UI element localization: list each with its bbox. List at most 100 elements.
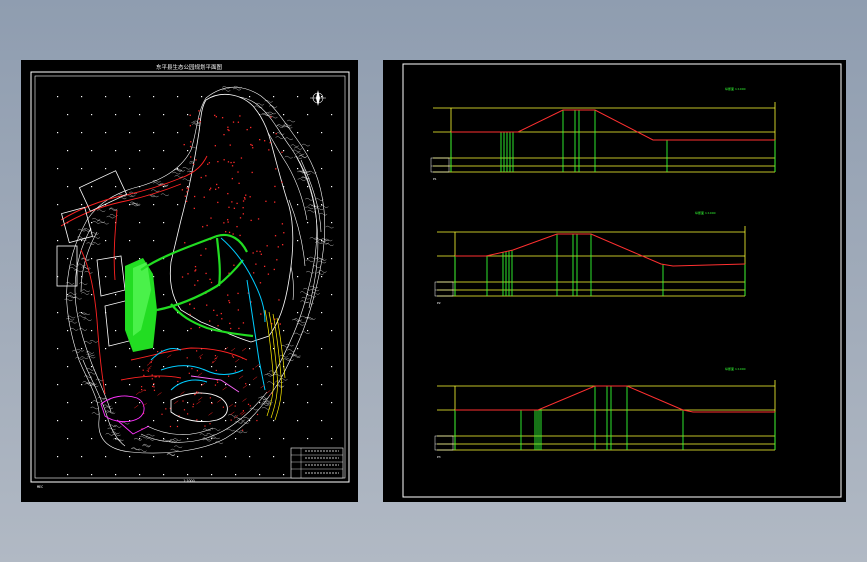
tree-mark [247, 403, 250, 405]
tree-mark [187, 188, 190, 190]
tree-mark [252, 147, 254, 149]
survey-point [91, 114, 93, 116]
survey-point [307, 438, 309, 440]
tree-mark [190, 156, 192, 158]
tree-mark [240, 157, 243, 159]
tree-mark [275, 168, 277, 170]
tree-mark [210, 281, 213, 284]
red-hatch-stroke [180, 391, 185, 395]
hatch-stroke [105, 410, 114, 413]
tree-mark [153, 386, 155, 388]
tree-mark [181, 276, 184, 278]
survey-point [321, 168, 323, 170]
survey-point [235, 474, 237, 476]
plan-title: 东平县生态公园规划平面图 [156, 63, 223, 71]
hatch-stroke [75, 357, 84, 360]
tree-mark [184, 195, 186, 197]
survey-point [91, 294, 93, 296]
survey-point [153, 456, 155, 458]
survey-point [129, 348, 131, 350]
survey-point [177, 168, 179, 170]
red-hatch-stroke [211, 360, 216, 364]
survey-point [187, 330, 189, 332]
red-hatch-stroke [208, 412, 213, 416]
survey-point [321, 384, 323, 386]
survey-point [201, 420, 203, 422]
profile-label-box [434, 435, 454, 451]
tree-mark [274, 185, 276, 188]
survey-point [331, 366, 333, 368]
hatch-stroke [97, 209, 106, 212]
profile-caption: 纵断面 1:1000 [725, 86, 746, 91]
survey-point [153, 168, 155, 170]
tree-mark [189, 303, 191, 306]
tree-mark [251, 144, 253, 147]
hatch-stroke [182, 178, 191, 181]
survey-point [57, 456, 59, 458]
survey-point [331, 222, 333, 224]
tree-mark [279, 323, 281, 325]
red-hatch-stroke [242, 385, 248, 389]
tree-mark [186, 191, 188, 193]
red-hatch-stroke [266, 390, 271, 394]
hatch-stroke [300, 291, 309, 294]
tree-mark [210, 217, 212, 219]
hatch-stroke [222, 89, 231, 92]
red-hatch-stroke [174, 400, 179, 404]
tree-mark [177, 380, 179, 383]
hatch-stroke [91, 236, 101, 239]
red-hatch-stroke [238, 375, 244, 379]
tree-mark [209, 320, 211, 322]
hatch-stroke [64, 298, 73, 302]
survey-point [57, 132, 59, 134]
tree-mark [198, 326, 201, 329]
tree-mark [209, 189, 211, 191]
tree-mark [198, 110, 200, 112]
red-hatch-stroke [217, 399, 222, 403]
hatch-stroke [100, 221, 109, 225]
survey-point [163, 222, 165, 224]
hatch-stroke [92, 242, 101, 245]
red-hatch-stroke [230, 347, 236, 352]
profiles-canvas: 纵断面 1:1000 P1 纵断面 1:1000 P2 纵断面 1:1000 P3 [402, 63, 842, 498]
tree-mark [283, 232, 285, 234]
hatch-stroke [172, 171, 181, 175]
site-plan-canvas: 东平县生态公园规划平面图 1:1000 MEC [30, 63, 350, 489]
survey-point [139, 150, 141, 152]
hatch-stroke [305, 259, 314, 262]
tree-mark [221, 318, 223, 320]
tree-mark [187, 273, 189, 275]
survey-point [163, 294, 165, 296]
tree-mark [242, 322, 245, 324]
survey-point [67, 150, 69, 152]
survey-point [67, 330, 69, 332]
survey-point [91, 150, 93, 152]
tree-mark [234, 405, 236, 407]
lower-features [100, 375, 240, 435]
tree-mark [193, 163, 195, 165]
tree-mark [209, 397, 211, 399]
survey-point [67, 366, 69, 368]
hatch-stroke [212, 428, 221, 431]
tree-mark [209, 187, 212, 189]
red-hatch-stroke [135, 391, 141, 395]
hatch-stroke [81, 289, 90, 292]
survey-point [163, 150, 165, 152]
tree-mark [222, 406, 224, 408]
hatch-stroke [284, 155, 293, 159]
ground-profile-line [451, 109, 775, 141]
tree-mark [142, 369, 144, 371]
hatch-stroke [267, 381, 276, 384]
red-hatch-stroke [241, 347, 247, 352]
tree-mark [151, 374, 153, 376]
tree-mark [227, 192, 229, 195]
hatch-stroke [239, 430, 248, 433]
survey-point [283, 150, 285, 152]
survey-point [115, 186, 117, 188]
tree-mark [232, 121, 235, 123]
survey-point [81, 240, 83, 242]
hatch-stroke [182, 167, 191, 170]
tree-mark [230, 161, 232, 164]
survey-point [297, 384, 299, 386]
survey-point [115, 150, 117, 152]
